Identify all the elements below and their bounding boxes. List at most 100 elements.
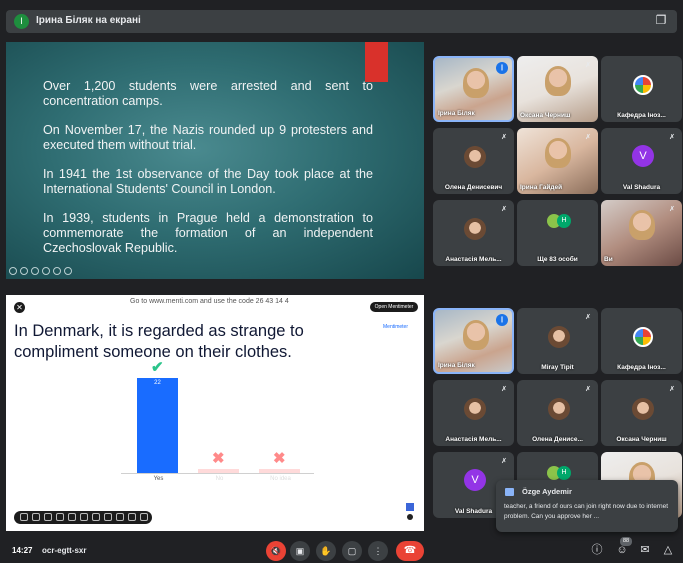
chat-message: teacher, a friend of ours can join right…	[504, 503, 669, 520]
toolbar-button[interactable]	[80, 513, 88, 521]
participant-tile[interactable]: Кафедра Іноз...	[601, 56, 682, 122]
slide-paragraph: In 1939, students in Prague held a demon…	[43, 211, 373, 255]
avatar	[548, 326, 570, 348]
participant-name: Ви	[604, 256, 613, 263]
chart-axis	[121, 473, 314, 474]
cross-icon: ✖	[212, 450, 225, 467]
raise-hand-icon[interactable]: ✋	[316, 541, 336, 561]
mic-off-icon: ✗	[669, 134, 675, 141]
chat-icon[interactable]: ✉	[638, 543, 652, 557]
chart-bar	[259, 469, 300, 473]
participant-name: Анастасія Мель...	[445, 256, 502, 263]
participant-count-badge: 88	[620, 537, 632, 546]
slide-pen-icon[interactable]	[31, 267, 39, 275]
toolbar-button[interactable]	[92, 513, 100, 521]
meeting-code: ocr-egtt-sxr	[42, 546, 87, 555]
chat-notification[interactable]: Özge Aydemir teacher, a friend of ours c…	[496, 480, 678, 532]
participant-name: Анастасія Мель...	[445, 436, 502, 443]
presenting-banner: І Ірина Біляк на екрані ❐	[6, 10, 677, 33]
participant-tile[interactable]: ✗ Ви	[601, 200, 682, 266]
participant-name: Ще 83 особи	[537, 256, 578, 263]
slide-prev-icon[interactable]	[9, 267, 17, 275]
open-mentimeter-button[interactable]: Open Mentimeter	[370, 302, 418, 312]
participant-name: Олена Денисе...	[532, 436, 583, 443]
mic-off-icon: ✗	[585, 386, 591, 393]
menti-toolbar	[14, 511, 152, 524]
avatar	[633, 327, 653, 347]
speaking-icon: ❙	[496, 62, 508, 74]
avatar: V	[464, 469, 486, 491]
chat-sender: Özge Aydemir	[522, 487, 572, 496]
present-icon[interactable]: ▢	[342, 541, 362, 561]
toolbar-button[interactable]	[128, 513, 136, 521]
slide-more-icon[interactable]	[64, 267, 72, 275]
participant-name: Олена Денисевич	[444, 184, 503, 191]
avatar	[633, 75, 653, 95]
mic-off-icon: ✗	[585, 62, 591, 69]
participant-video	[629, 210, 655, 240]
avatar	[464, 146, 486, 168]
participant-tile[interactable]: ✗ Miray Tipit	[517, 308, 598, 374]
mic-off-icon: ✗	[501, 206, 507, 213]
slide-menu-icon[interactable]	[42, 267, 50, 275]
participant-name: Ірина Біляк	[438, 362, 475, 369]
presenter-avatar: І	[14, 14, 29, 29]
avatar	[632, 398, 654, 420]
participant-tile[interactable]: ✗ Анастасія Мель...	[433, 380, 514, 446]
participant-tile[interactable]: ✗ Оксана Черниш	[517, 56, 598, 122]
chart-bar	[137, 378, 178, 473]
mic-off-icon: ✗	[501, 386, 507, 393]
slide-zoom-icon[interactable]	[53, 267, 61, 275]
info-icon[interactable]: ⓘ	[590, 543, 604, 557]
participant-tile[interactable]: Кафедра Іноз...	[601, 308, 682, 374]
participant-video	[545, 138, 571, 168]
qr-icon[interactable]	[406, 503, 414, 511]
speaking-icon: ❙	[496, 314, 508, 326]
participant-tile[interactable]: ✗ Олена Денисевич	[433, 128, 514, 194]
participant-tile[interactable]: ❙ Ірина Біляк	[433, 56, 514, 122]
others-avatar-group: H	[547, 466, 571, 480]
toolbar-button[interactable]	[32, 513, 40, 521]
participant-name: Val Shadura	[622, 184, 661, 191]
participant-tile[interactable]: ✗ Олена Денисе...	[517, 380, 598, 446]
toolbar-button[interactable]	[68, 513, 76, 521]
toolbar-button[interactable]	[116, 513, 124, 521]
slide-next-icon[interactable]	[20, 267, 28, 275]
camera-icon[interactable]: ▣	[290, 541, 310, 561]
toolbar-button[interactable]	[104, 513, 112, 521]
close-icon[interactable]: ✕	[14, 302, 25, 313]
participant-tile[interactable]: V ✗ Val Shadura	[601, 128, 682, 194]
participant-tile[interactable]: H Ще 83 особи	[517, 200, 598, 266]
mentimeter-panel: ✕ Go to www.menti.com and use the code 2…	[6, 295, 424, 531]
check-icon: ✔	[151, 359, 164, 376]
mic-off-icon[interactable]: 🔇	[266, 541, 286, 561]
participant-tile[interactable]: ✗ Ірина Гайдей	[517, 128, 598, 194]
menti-goto-text: Go to www.menti.com and use the code 26 …	[130, 298, 289, 305]
chart-category-label: Yes	[153, 476, 164, 482]
mic-off-icon: ✗	[585, 134, 591, 141]
activities-icon[interactable]: △	[661, 543, 675, 557]
slide-paragraph: Over 1,200 students were arrested and se…	[43, 79, 373, 108]
participant-name: Ірина Гайдей	[520, 184, 563, 191]
toolbar-button[interactable]	[56, 513, 64, 521]
participant-tile[interactable]: ✗ Анастасія Мель...	[433, 200, 514, 266]
chart-data-label: 22	[154, 380, 161, 386]
participant-name: Кафедра Іноз...	[617, 364, 666, 371]
avatar	[464, 218, 486, 240]
participant-tile[interactable]: ✗ Оксана Черниш	[601, 380, 682, 446]
minimize-icon[interactable]: ❐	[653, 12, 669, 28]
mic-off-icon: ✗	[669, 206, 675, 213]
participant-tile[interactable]: ❙ Ірина Біляк	[433, 308, 514, 374]
participant-video	[463, 320, 489, 350]
toolbar-button[interactable]	[20, 513, 28, 521]
more-icon[interactable]: ⋮	[368, 541, 388, 561]
toolbar-button[interactable]	[44, 513, 52, 521]
hang-up-icon[interactable]: ☎	[396, 541, 424, 561]
mic-off-icon: ✗	[585, 314, 591, 321]
participant-video	[545, 66, 571, 96]
toolbar-button[interactable]	[140, 513, 148, 521]
mic-off-icon: ✗	[669, 386, 675, 393]
chat-icon	[505, 488, 514, 496]
participant-name: Кафедра Іноз...	[617, 112, 666, 119]
presenting-text: Ірина Біляк на екрані	[36, 15, 141, 26]
